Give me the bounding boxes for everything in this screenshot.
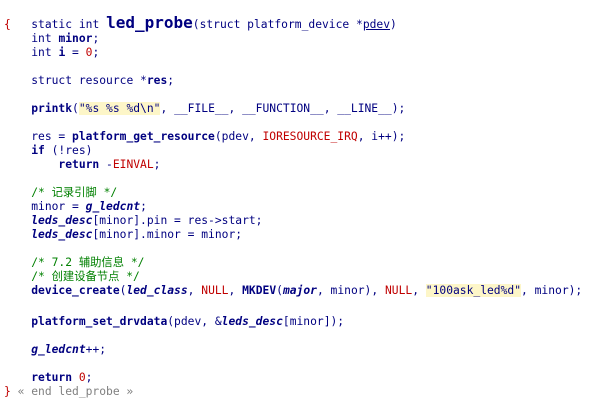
global-variable: leds_desc [31,228,93,241]
function-call: device_create [31,284,120,297]
function-name: led_probe [106,13,193,32]
code-line-9: return -EINVAL; [4,158,160,172]
keyword: return [31,371,73,384]
code-line-16: device_create(led_class, NULL, MKDEV(maj… [4,284,582,298]
global-variable: led_class [126,284,188,297]
string-literal: "%s %s %d\n" [78,102,161,115]
semicolon: ; [85,371,93,384]
comment: /* 记录引脚 */ [31,186,118,199]
params: (struct platform_device * [192,18,363,31]
null-constant: NULL [201,284,229,297]
global-variable: leds_desc [221,315,283,328]
statement-rest: [minor].minor = minor; [92,228,243,241]
open-brace: { [4,18,11,31]
keyword: static [31,18,73,31]
code-line-18: g_ledcnt++; [4,343,106,357]
code-line-5: struct resource *res; [4,74,174,88]
constant: IORESOURCE_IRQ [262,130,358,143]
condition: (!res) [44,144,93,157]
null-constant: NULL [384,284,413,297]
separator: , minor), [316,284,385,297]
constant: EINVAL [112,158,154,171]
separator: , [412,284,426,297]
paren: ( [276,284,283,297]
global-variable: g_ledcnt [85,200,141,213]
keyword: struct [31,74,73,87]
code-line-20: } « end led_probe » [4,385,133,399]
global-variable: major [282,284,317,297]
code-line-15: /* 创建设备节点 */ [4,270,140,284]
keyword: if [31,144,45,157]
semicolon: ; [140,200,147,213]
code-line-19: return 0; [4,371,92,385]
variable-name: minor [58,32,93,45]
code-line-12: leds_desc[minor].pin = res->start; [4,214,262,228]
global-variable: leds_desc [31,214,93,227]
close-brace: } [4,385,11,398]
arguments: (pdev, [214,130,263,143]
paren: ( [72,102,79,115]
arguments: (pdev, & [167,315,222,328]
function-call: platform_get_resource [72,130,215,143]
code-line-6: printk("%s %s %d\n", __FILE__, __FUNCTIO… [4,102,405,116]
string-literal: "100ask_led%d" [425,284,522,297]
assignment-lhs: minor = [31,200,86,213]
semicolon: ; [153,158,161,171]
variable-name: res [146,74,168,87]
semicolon: ; [92,32,100,45]
comment: /* 7.2 辅助信息 */ [31,256,145,269]
comment: /* 创建设备节点 */ [31,270,140,283]
code-line-7: res = platform_get_resource(pdev, IORESO… [4,130,405,144]
statement-rest: [minor].pin = res->start; [92,214,263,227]
params-close: ) [390,18,397,31]
param-name: pdev [362,18,391,31]
code-line-14: /* 7.2 辅助信息 */ [4,256,144,270]
macro-call: MKDEV [242,284,277,297]
end-marker: « end led_probe » [10,385,134,398]
code-editor[interactable]: static int led_probe(struct platform_dev… [0,0,600,405]
keyword: return [58,158,100,171]
type-keyword: int [31,46,52,59]
code-line-17: platform_set_drvdata(pdev, &leds_desc[mi… [4,315,344,329]
type-name: resource * [72,74,147,87]
number-literal: 0 [72,371,86,384]
operator: - [99,158,113,171]
arguments-close: [minor]); [282,315,345,328]
code-line-11: minor = g_ledcnt; [4,200,147,214]
keyword: int [78,18,100,31]
code-line-8: if (!res) [4,144,92,158]
semicolon: ; [167,74,175,87]
semicolon: ; [92,46,100,59]
code-line-1: static int led_probe(struct platform_dev… [4,2,397,32]
assignment-lhs: res = [31,130,73,143]
type-keyword: int [31,32,52,45]
code-line-13: leds_desc[minor].minor = minor; [4,228,242,242]
statement-rest: ++; [85,343,107,356]
code-line-2: { [4,18,11,32]
function-call: printk [31,102,73,115]
arguments-close: , minor); [521,284,583,297]
arguments-close: , i++); [357,130,406,143]
separator: , [187,284,202,297]
arguments: , __FILE__, __FUNCTION__, __LINE__); [160,102,406,115]
global-variable: g_ledcnt [31,343,86,356]
code-line-10: /* 记录引脚 */ [4,186,117,200]
code-line-4: int i = 0; [4,46,99,60]
assign: = [65,46,86,59]
code-line-3: int minor; [4,32,99,46]
function-call: platform_set_drvdata [31,315,168,328]
separator: , [228,284,243,297]
